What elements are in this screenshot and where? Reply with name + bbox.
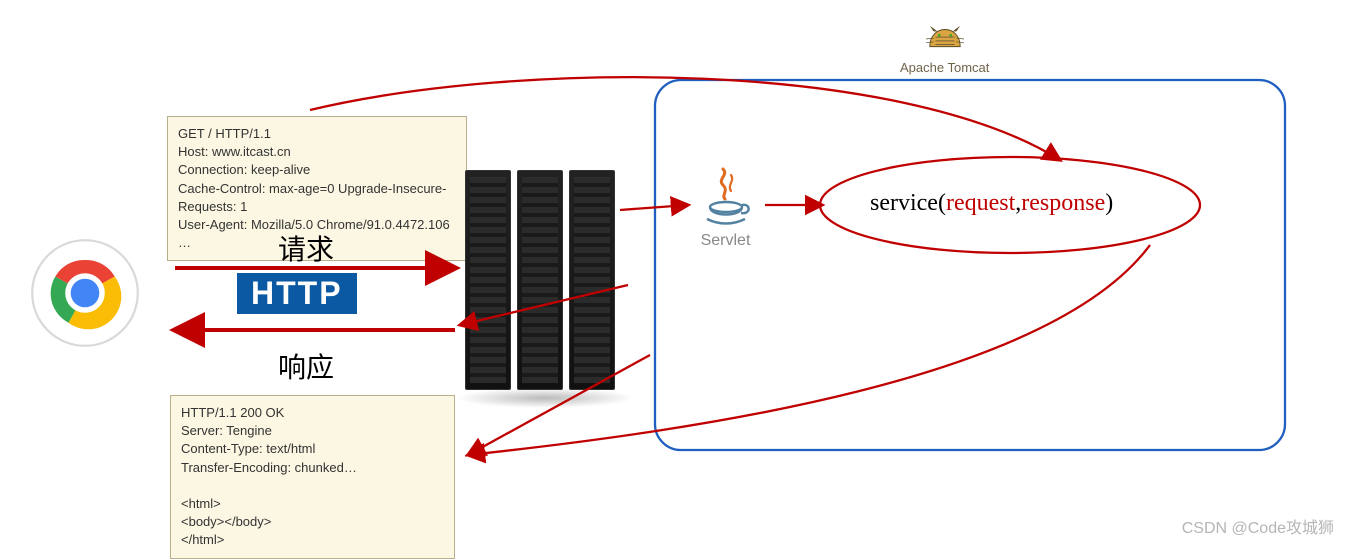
server-rack-icon (465, 170, 625, 400)
service-method-text: service(request,response) (870, 190, 1113, 217)
chrome-browser-icon (30, 238, 140, 348)
tomcat-label: Apache Tomcat (900, 60, 989, 75)
servlet-icon: Servlet (688, 165, 763, 250)
http-response-box: HTTP/1.1 200 OK Server: Tengine Content-… (170, 395, 455, 559)
tomcat-logo: Apache Tomcat (900, 25, 989, 75)
watermark: CSDN @Code攻城狮 (1182, 514, 1334, 538)
response-label: 响应 (278, 346, 334, 386)
http-badge: HTTP (237, 273, 357, 314)
servlet-label: Servlet (688, 232, 763, 250)
request-label: 请求 (278, 228, 334, 268)
